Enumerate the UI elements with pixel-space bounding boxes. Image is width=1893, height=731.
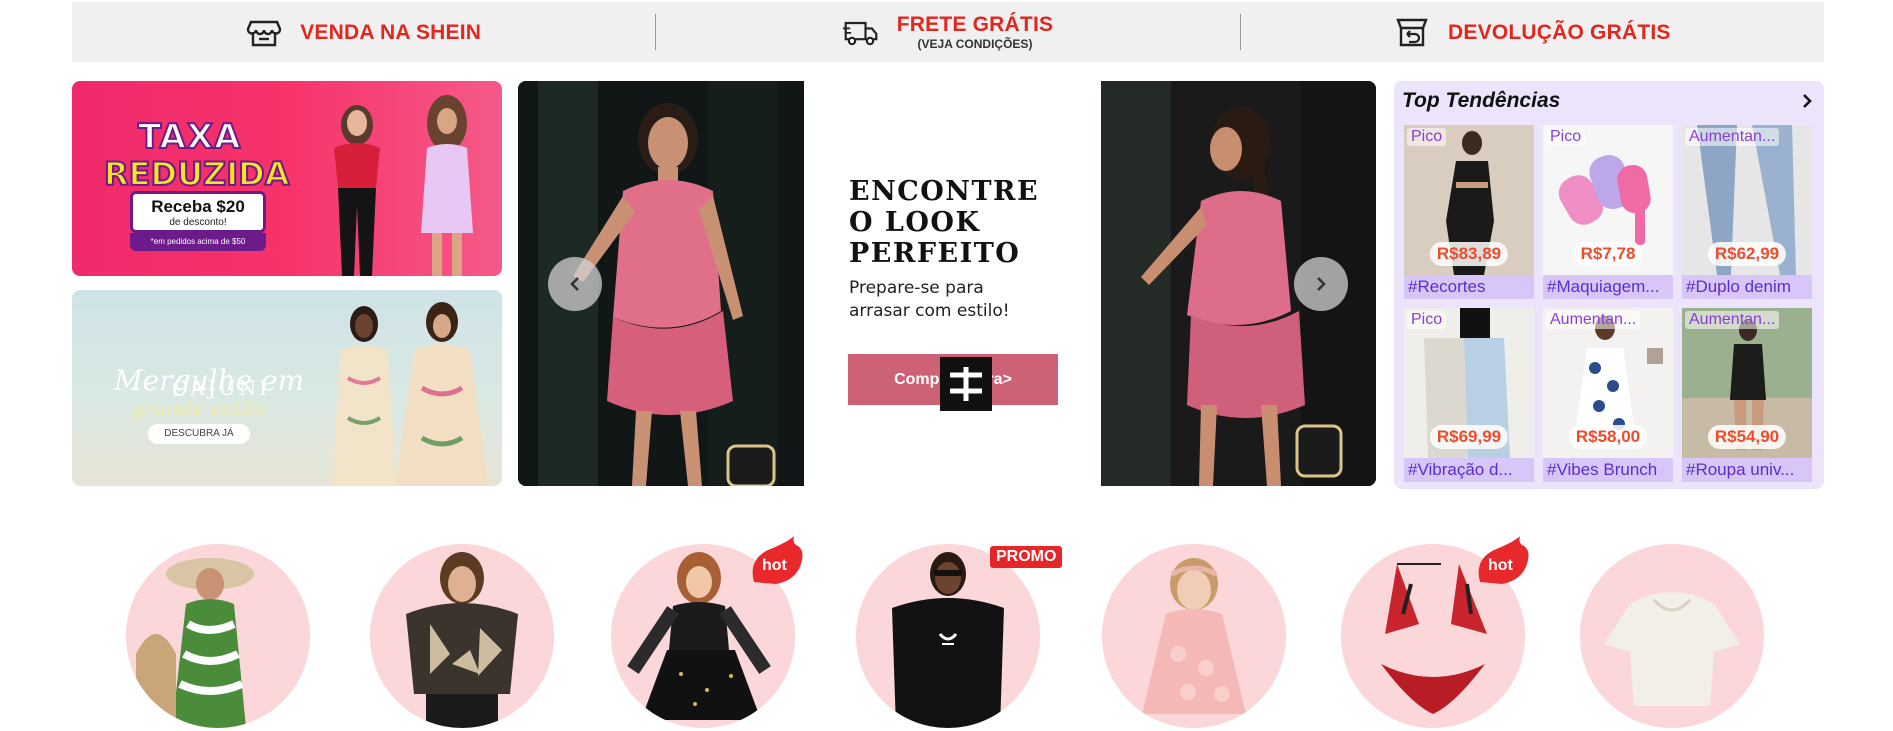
hero-headline-1: ENCONTRE <box>849 176 1040 207</box>
trend-badge: Aumentan... <box>1685 128 1780 146</box>
top-trends-panel: Top Tendências Pico R$83,89 #Recortes Pi… <box>1394 81 1824 489</box>
trend-card[interactable]: Aumentan... R$58,00 #Vibes Brunch <box>1543 308 1673 483</box>
hero-carousel[interactable]: ENCONTRE O LOOK PERFEITO Prepare-se para… <box>518 81 1376 486</box>
sell-on-shein-link[interactable]: VENDA NA SHEIN <box>72 2 655 62</box>
shop-now-button[interactable]: Compre agora> <box>848 354 1058 411</box>
free-shipping-label: FRETE GRÁTIS <box>896 13 1054 36</box>
cajuni-headline-script: grande estilo <box>132 396 266 420</box>
trend-card[interactable]: Pico R$7,78 #Maquiagem... <box>1543 125 1673 300</box>
promo-footnote: *em pedidos acima de $50 <box>130 233 266 251</box>
trend-card[interactable]: Pico R$83,89 #Recortes <box>1404 125 1534 300</box>
trend-price: R$69,99 <box>1429 425 1509 449</box>
category-circle[interactable] <box>856 544 1040 728</box>
chevron-left-icon <box>570 277 579 291</box>
models-image <box>332 302 488 486</box>
chevron-right-icon <box>1317 277 1326 291</box>
sell-on-shein-label: VENDA NA SHEIN <box>300 20 482 44</box>
top-trends-title: Top Tendências <box>1402 89 1561 112</box>
trend-badge: Aumentan... <box>1546 311 1641 329</box>
trend-tag: #Vibes Brunch <box>1543 458 1673 482</box>
truck-icon <box>842 21 878 46</box>
free-shipping-link[interactable]: FRETE GRÁTIS (VEJA CONDIÇÕES) <box>656 2 1239 62</box>
trend-grid: Pico R$83,89 #Recortes Pico R$7,78 #Maqu… <box>1404 125 1812 483</box>
trend-card[interactable]: Pico R$69,99 #Vibração d... <box>1404 308 1534 483</box>
trend-tag: #Recortes <box>1404 275 1534 299</box>
service-bar: VENDA NA SHEIN FRETE GRÁTIS (VEJA CONDIÇ… <box>72 2 1824 62</box>
trend-price: R$7,78 <box>1573 242 1643 266</box>
promo-title-line1: TAXA <box>137 116 242 158</box>
carousel-prev-button[interactable] <box>548 257 602 311</box>
trend-tag: #Vibração d... <box>1404 458 1534 482</box>
logo-overlay-icon <box>940 357 992 411</box>
hero-subtitle: Prepare-se para arrasar com estilo! <box>849 277 1079 323</box>
promo-title-line2: REDUZIDA <box>103 154 290 194</box>
hot-badge: hot <box>752 536 803 584</box>
reduced-fee-banner[interactable]: TAXA REDUZIDA Receba $20 de desconto! *e… <box>72 81 502 276</box>
trend-price: R$58,00 <box>1568 425 1648 449</box>
models-image <box>334 95 473 276</box>
hero-headline: ENCONTRE O LOOK PERFEITO <box>849 176 1079 269</box>
promo-offer: Receba $20 <box>151 197 245 216</box>
free-returns-link[interactable]: DEVOLUÇÃO GRÁTIS <box>1241 2 1824 62</box>
trend-badge: Pico <box>1407 311 1447 329</box>
hero-subtitle-1: Prepare-se para <box>849 278 984 298</box>
hot-badge: hot <box>1478 536 1529 584</box>
trend-price: R$62,99 <box>1707 242 1787 266</box>
cajuni-banner[interactable]: CAJUNI Mergulhe em grande estilo DESCUBR… <box>72 290 502 486</box>
trend-price: R$54,90 <box>1707 425 1787 449</box>
trend-price: R$83,89 <box>1429 242 1509 266</box>
return-box-icon <box>1396 18 1428 47</box>
svg-text:hot: hot <box>1488 557 1514 574</box>
free-shipping-conditions: (VEJA CONDIÇÕES) <box>917 37 1033 51</box>
hero-subtitle-2: arrasar com estilo! <box>849 301 1010 321</box>
carousel-next-button[interactable] <box>1294 257 1348 311</box>
promo-badge: PROMO <box>990 546 1063 568</box>
cajuni-headline: Mergulhe em <box>114 364 305 397</box>
free-returns-label: DEVOLUÇÃO GRÁTIS <box>1448 20 1671 44</box>
top-trends-header[interactable]: Top Tendências <box>1402 89 1816 113</box>
category-circle[interactable] <box>1580 544 1764 728</box>
promo-offer-box: Receba $20 de desconto! <box>130 191 266 233</box>
trend-badge: Pico <box>1407 128 1447 146</box>
trend-card[interactable]: Aumentan... R$54,90 #Roupa univ... <box>1682 308 1812 483</box>
category-circle[interactable] <box>126 544 310 728</box>
hero-headline-3: PERFEITO <box>849 238 1021 269</box>
trend-tag: #Roupa univ... <box>1682 458 1812 482</box>
store-icon <box>246 20 282 47</box>
trend-tag: #Duplo denim <box>1682 275 1812 299</box>
discover-button[interactable]: DESCUBRA JÁ <box>148 424 250 444</box>
svg-text:hot: hot <box>762 557 788 574</box>
trend-tag: #Maquiagem... <box>1543 275 1673 299</box>
category-circle[interactable] <box>370 544 554 728</box>
trend-card[interactable]: Aumentan... R$62,99 #Duplo denim <box>1682 125 1812 300</box>
shein-home-page: VENDA NA SHEIN FRETE GRÁTIS (VEJA CONDIÇ… <box>0 0 1893 731</box>
trend-badge: Pico <box>1546 128 1586 146</box>
promo-offer-sub: de desconto! <box>169 217 227 228</box>
chevron-right-icon[interactable] <box>1798 92 1816 110</box>
category-circle[interactable] <box>1102 544 1286 728</box>
trend-badge: Aumentan... <box>1685 311 1780 329</box>
category-row: hot PROMO hot <box>0 530 1893 731</box>
hero-headline-2: O LOOK <box>849 207 981 238</box>
